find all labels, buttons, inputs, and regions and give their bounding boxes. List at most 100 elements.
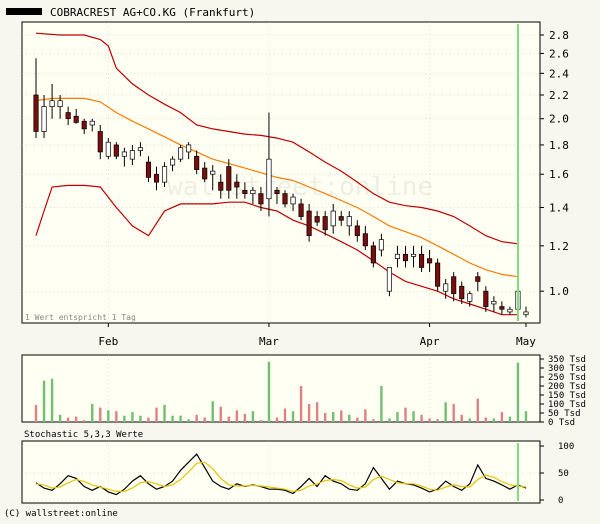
candle-down <box>81 120 87 130</box>
candle-down <box>274 189 280 194</box>
volume-bar <box>131 412 134 422</box>
volume-bar <box>235 410 239 422</box>
candle-down <box>499 306 505 310</box>
price-tick-label: 2.4 <box>549 67 569 80</box>
candle-down <box>73 115 79 123</box>
footer-copyright: (C) wallstreet:online <box>4 509 118 519</box>
volume-bar <box>115 411 118 422</box>
price-tick-label: 2.0 <box>549 113 569 126</box>
candle-down <box>298 203 304 217</box>
candle-up <box>378 239 384 251</box>
stochastic-label: Stochastic 5,3,3 Werte <box>24 430 143 440</box>
candle-down <box>306 210 312 237</box>
volume-bar <box>412 411 415 422</box>
volume-bar <box>380 386 383 422</box>
candle-down <box>338 216 344 221</box>
volume-bar <box>404 407 407 422</box>
volume-bar <box>147 417 150 422</box>
candle-down <box>202 167 208 180</box>
volume-bar <box>187 419 190 422</box>
candle-up <box>250 189 256 194</box>
volume-bar <box>203 417 206 422</box>
volume-bar <box>460 414 463 422</box>
candle-down <box>194 155 200 170</box>
volume-bar <box>155 407 158 422</box>
volume-bar <box>91 404 94 422</box>
candle-up <box>105 141 111 157</box>
candle-up <box>443 283 449 292</box>
volume-bar <box>211 401 214 422</box>
volume-bar <box>364 409 367 422</box>
candle-down <box>314 216 320 223</box>
volume-bar <box>74 416 78 422</box>
candle-up <box>346 216 352 227</box>
volume-bar <box>251 411 255 422</box>
candle-down <box>33 94 39 132</box>
volume-bar <box>468 418 471 422</box>
candle-up <box>57 100 63 107</box>
volume-bar <box>163 404 166 422</box>
candle-up <box>394 253 401 259</box>
candle-up <box>210 170 216 175</box>
month-label: Apr <box>420 335 440 348</box>
price-tick-label: 2.6 <box>549 47 569 60</box>
volume-bar <box>123 415 126 422</box>
candle-up <box>178 147 184 160</box>
price-tick-label: 1.2 <box>549 240 569 253</box>
month-label: May <box>516 335 536 348</box>
candle-up <box>523 311 529 316</box>
legend-swatch <box>6 8 42 15</box>
scale-note: 1 Wert entspricht 1 Tag <box>25 313 136 322</box>
volume-bar <box>492 418 496 422</box>
candle-down <box>475 276 481 282</box>
volume-bar <box>356 417 359 422</box>
volume-bar <box>428 418 431 422</box>
price-tick-label: 1.4 <box>549 201 569 214</box>
volume-bar <box>171 415 174 422</box>
stochastic-tick-label: 0 <box>558 496 563 506</box>
candle-up <box>186 144 192 153</box>
candle-up <box>137 147 143 151</box>
volume-bar <box>444 402 447 422</box>
candle-down <box>370 245 376 264</box>
stochastic-panel: 100 50 0 <box>21 440 574 506</box>
volume-bar <box>307 404 311 422</box>
candle-up <box>266 158 272 200</box>
volume-bar <box>420 414 423 422</box>
volume-bar <box>508 416 512 422</box>
candle-down <box>402 253 409 262</box>
volume-bar <box>267 361 271 422</box>
volume-bar <box>34 404 38 422</box>
volume-bar <box>476 398 479 422</box>
candle-down <box>97 131 103 153</box>
candle-down <box>218 181 224 191</box>
candle-down <box>145 161 152 178</box>
candle-up <box>121 151 127 157</box>
candle-down <box>322 216 328 231</box>
volume-bar <box>348 414 351 422</box>
volume-bar <box>388 418 391 422</box>
candle-down <box>226 166 232 191</box>
candle-up <box>467 293 473 302</box>
price-tick-label: 2.2 <box>549 89 569 102</box>
candle-up <box>386 267 392 292</box>
candle-down <box>427 258 433 264</box>
volume-bar <box>50 378 54 422</box>
volume-bar <box>323 413 327 422</box>
volume-bar <box>332 412 335 422</box>
candle-up <box>290 196 296 205</box>
volume-panel: 350 Tsd300 Tsd250 Tsd200 Tsd150 Tsd100 T… <box>21 354 586 428</box>
stochastic-panel-frame <box>21 440 541 504</box>
price-tick-label: 1.8 <box>549 139 569 152</box>
candle-down <box>362 233 368 247</box>
candle-up <box>410 253 417 257</box>
stock-chart: COBRACREST AG+CO.KG (Frankfurt) wallstre… <box>0 0 600 520</box>
candle-up <box>330 210 336 227</box>
chart-canvas: COBRACREST AG+CO.KG (Frankfurt) wallstre… <box>0 0 600 520</box>
volume-bar <box>372 419 375 422</box>
candle-down <box>354 225 360 237</box>
price-tick-label: 2.8 <box>549 29 569 42</box>
candle-up <box>129 150 135 160</box>
volume-bar <box>484 417 488 422</box>
candle-up <box>161 166 168 183</box>
